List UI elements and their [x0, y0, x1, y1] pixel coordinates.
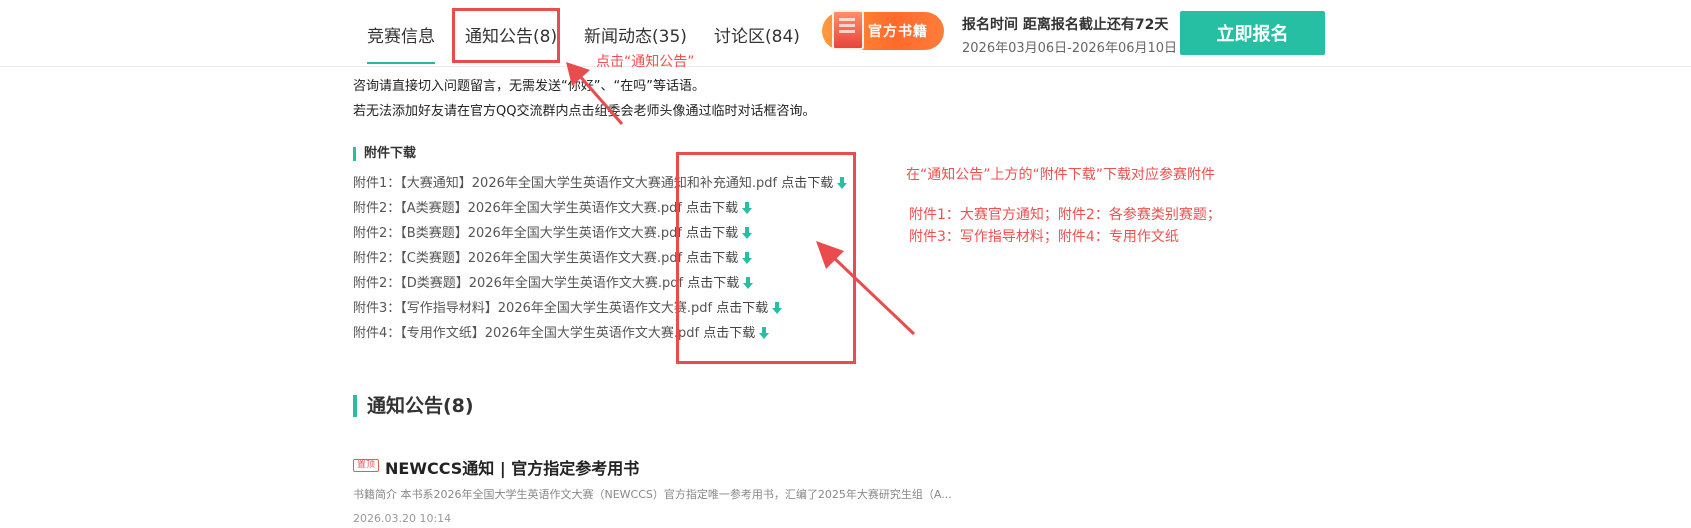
tab-count: (84) — [765, 27, 800, 47]
attachments-title: 附件下载 — [353, 147, 416, 161]
book-icon — [832, 10, 864, 50]
annotation-box-notices-tab — [452, 8, 560, 63]
intro-line-1: 咨询请直接切入问题留言，无需发送“你好”、“在吗”等话语。 — [353, 79, 705, 94]
attachment-label: 附件2：【D类赛题】2026年全国大学生英语作文大赛.pdf — [353, 276, 684, 291]
official-book-badge[interactable]: 官方书籍 — [822, 10, 944, 50]
attachment-label: 附件4：【专用作文纸】2026年全国大学生英语作文大赛.pdf — [353, 326, 700, 341]
tab-label: 新闻动态 — [584, 27, 652, 47]
register-button[interactable]: 立即报名 — [1180, 11, 1325, 55]
annotation-box-download-links — [676, 152, 856, 364]
news-item-summary: 书籍简介 本书系2026年全国大学生英语作文大赛（NEWCCS）官方指定唯一参考… — [353, 488, 952, 501]
top-navbar: 竞赛信息 通知公告(8) 新闻动态(35) 讨论区(84) 官方书籍 报名时间 … — [0, 0, 1691, 67]
intro-line-2: 若无法添加好友请在官方QQ交流群内点击组委会老师头像通过临时对话框咨询。 — [353, 104, 816, 119]
attachment-label: 附件2：【A类赛题】2026年全国大学生英语作文大赛.pdf — [353, 201, 682, 216]
official-book-label: 官方书籍 — [868, 24, 928, 40]
attachment-label: 附件2：【B类赛题】2026年全国大学生英语作文大赛.pdf — [353, 226, 682, 241]
annotation-explain-line-1: 附件1：大赛官方通知；附件2：各参赛类别赛题； — [909, 207, 1221, 223]
registration-title: 报名时间 距离报名截止还有72天 — [962, 17, 1169, 33]
notice-section-title: 通知公告(8) — [353, 395, 474, 417]
news-item-date: 2026.03.20 10:14 — [353, 512, 452, 525]
attachment-label: 附件3：【写作指导材料】2026年全国大学生英语作文大赛.pdf — [353, 301, 713, 316]
news-item-title[interactable]: NEWCCS通知 | 官方指定参考用书 — [385, 455, 639, 479]
attachment-label: 附件2：【C类赛题】2026年全国大学生英语作文大赛.pdf — [353, 251, 683, 266]
tab-news[interactable]: 新闻动态(35) — [584, 22, 687, 47]
tab-discussion[interactable]: 讨论区(84) — [714, 22, 800, 47]
annotation-download-hint: 在“通知公告”上方的“附件下载”下载对应参赛附件 — [906, 167, 1216, 183]
tab-count: (35) — [652, 27, 687, 47]
registration-dates: 2026年03月06日-2026年06月10日 — [962, 41, 1178, 56]
pinned-badge: 置顶 — [353, 459, 380, 472]
tab-label: 竞赛信息 — [367, 27, 435, 47]
annotation-click-notice: 点击“通知公告” — [596, 54, 695, 70]
annotation-explain-line-2: 附件3：写作指导材料；附件4：专用作文纸 — [909, 229, 1179, 245]
tab-competition-info[interactable]: 竞赛信息 — [367, 22, 435, 64]
tab-label: 讨论区 — [714, 27, 765, 47]
